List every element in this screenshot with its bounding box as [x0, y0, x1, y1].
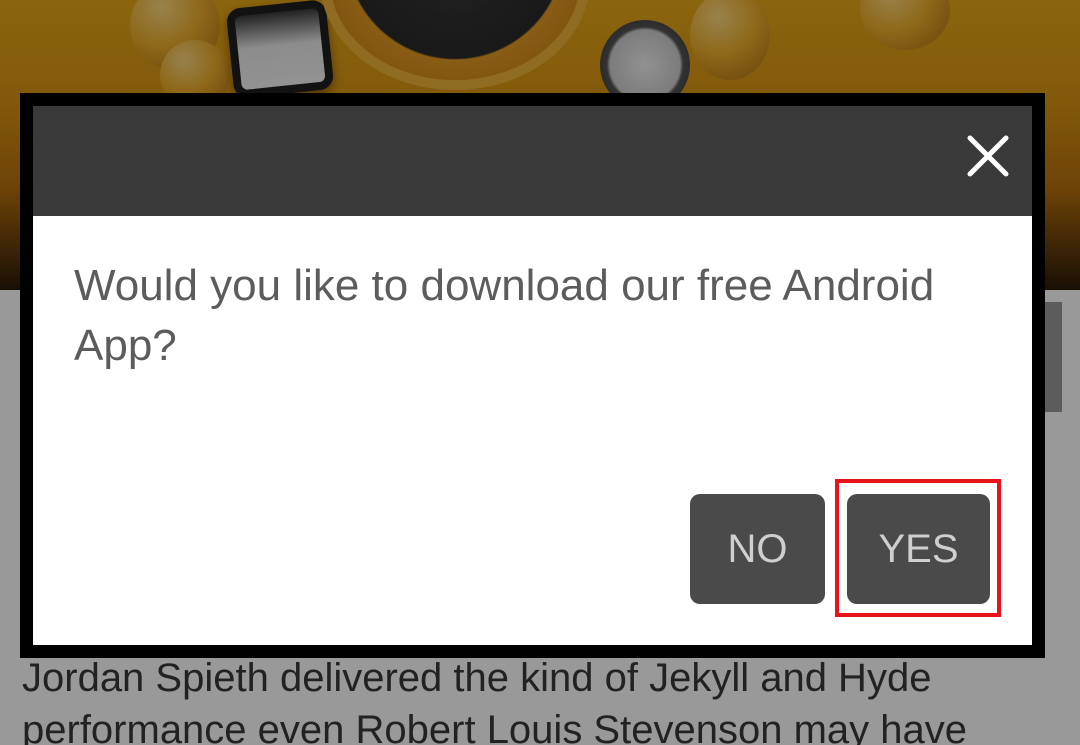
- modal-header: [33, 106, 1032, 216]
- close-button[interactable]: [964, 132, 1012, 180]
- close-icon: [967, 135, 1009, 177]
- yes-button[interactable]: YES: [847, 494, 990, 604]
- download-app-dialog: Would you like to download our free Andr…: [33, 106, 1032, 645]
- no-button[interactable]: NO: [690, 494, 825, 604]
- page: Jordan Spieth delivered the kind of Jeky…: [0, 0, 1080, 745]
- modal-message: Would you like to download our free Andr…: [74, 261, 935, 370]
- modal-frame: Would you like to download our free Andr…: [20, 93, 1045, 658]
